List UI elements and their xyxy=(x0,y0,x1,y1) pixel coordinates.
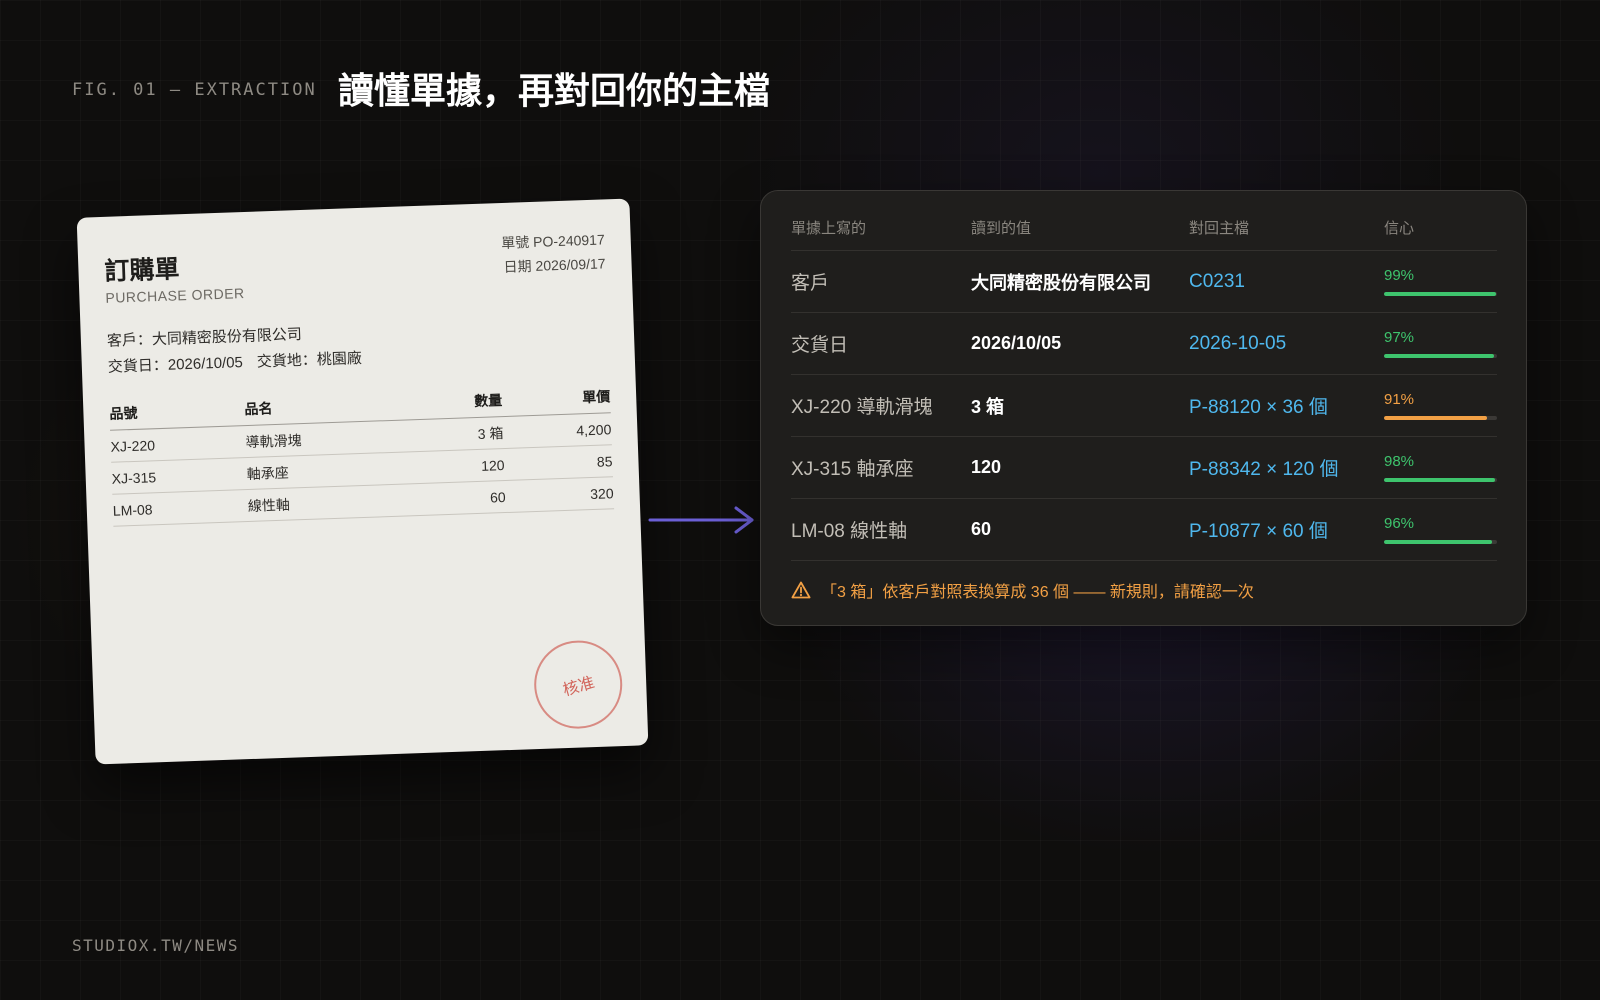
item-name: 線性軸 xyxy=(247,496,291,514)
column-header: 品名 xyxy=(244,399,273,417)
source-field: 交貨日 xyxy=(791,335,849,356)
figure-label: FIG. 01 — EXTRACTION xyxy=(72,80,317,100)
confidence-bar-fill xyxy=(1384,354,1494,358)
source-field: 客戶 xyxy=(791,273,830,294)
confidence-percent: 97% xyxy=(1384,329,1415,346)
source-field: XJ-315 軸承座 xyxy=(791,459,914,480)
item-code: LM-08 xyxy=(112,500,153,519)
confidence-bar xyxy=(1384,292,1497,296)
item-qty: 3 箱 xyxy=(477,424,504,442)
item-price: 85 xyxy=(596,452,613,470)
document-subtitle: PURCHASE ORDER xyxy=(105,285,245,306)
confidence-bar xyxy=(1384,478,1497,482)
item-code: XJ-220 xyxy=(110,436,156,455)
item-qty: 60 xyxy=(489,488,506,506)
master-match-link[interactable]: P-88342 × 120 個 xyxy=(1189,454,1384,481)
confidence-bar-fill xyxy=(1384,292,1496,296)
master-match-link[interactable]: 2026-10-05 xyxy=(1189,333,1384,355)
confidence-bar-fill xyxy=(1384,478,1495,482)
order-items-table: 品號 品名 數量 單價 XJ-220 導軌滑塊 3 箱 4,200 XJ-315… xyxy=(108,379,615,527)
extracted-value: 2026/10/05 xyxy=(971,333,1062,353)
warning-text: 「3 箱」依客戶對照表換算成 36 個 —— 新規則，請確認一次 xyxy=(821,584,1254,601)
approval-stamp-icon: 核准 xyxy=(523,630,633,740)
arrow-right-icon xyxy=(648,506,754,534)
confidence-bar xyxy=(1384,416,1497,420)
extraction-table: 單據上寫的 讀到的值 對回主檔 信心 客戶 大同精密股份有限公司 C0231 9… xyxy=(791,205,1497,561)
table-row: XJ-315 軸承座 120 P-88342 × 120 個 98% xyxy=(791,437,1497,499)
confidence-cell: 91% xyxy=(1384,391,1497,420)
source-field: LM-08 線性軸 xyxy=(791,521,908,542)
column-header: 單價 xyxy=(581,387,611,405)
column-header: 讀到的值 xyxy=(971,220,1032,237)
table-row: 客戶 大同精密股份有限公司 C0231 99% xyxy=(791,251,1497,313)
column-header: 數量 xyxy=(473,391,503,409)
extracted-value: 60 xyxy=(971,519,992,539)
item-name: 導軌滑塊 xyxy=(245,431,302,450)
order-date: 日期 2026/09/17 xyxy=(503,255,606,275)
confidence-percent: 91% xyxy=(1384,391,1415,408)
extracted-value: 大同精密股份有限公司 xyxy=(971,272,1151,293)
table-row: 交貨日 2026/10/05 2026-10-05 97% xyxy=(791,313,1497,375)
item-name: 軸承座 xyxy=(246,464,289,482)
document-meta: 單號 PO-240917 日期 2026/09/17 xyxy=(501,227,606,279)
column-header: 單據上寫的 xyxy=(791,220,867,237)
table-row: XJ-220 導軌滑塊 3 箱 P-88120 × 36 個 91% xyxy=(791,375,1497,437)
page-title: 讀懂單據，再對回你的主檔 xyxy=(338,71,771,112)
warning-message: 「3 箱」依客戶對照表換算成 36 個 —— 新規則，請確認一次 xyxy=(791,578,1254,602)
master-match-link[interactable]: P-88120 × 36 個 xyxy=(1189,392,1384,419)
extracted-value: 120 xyxy=(971,457,1002,477)
confidence-cell: 98% xyxy=(1384,453,1497,482)
confidence-bar xyxy=(1384,540,1497,544)
master-match-link[interactable]: P-10877 × 60 個 xyxy=(1189,516,1384,543)
document-info: 客戶：大同精密股份有限公司 交貨日：2026/10/05 交貨地：桃園廠 xyxy=(107,320,363,381)
item-price: 4,200 xyxy=(576,420,612,439)
table-header-row: 單據上寫的 讀到的值 對回主檔 信心 xyxy=(791,205,1497,251)
purchase-order-document: 訂購單 PURCHASE ORDER 單號 PO-240917 日期 2026/… xyxy=(76,198,649,765)
confidence-bar-fill xyxy=(1384,416,1487,420)
source-field: XJ-220 導軌滑塊 xyxy=(791,397,933,418)
table-row: LM-08 線性軸 60 P-10877 × 60 個 96% xyxy=(791,499,1497,561)
footer-site: STUDIOX.TW/NEWS xyxy=(72,936,239,955)
delivery-date: 交貨日：2026/10/05 xyxy=(107,354,244,376)
confidence-bar xyxy=(1384,354,1497,358)
column-header: 信心 xyxy=(1384,220,1415,237)
master-match-link[interactable]: C0231 xyxy=(1189,271,1384,293)
column-header: 對回主檔 xyxy=(1189,220,1250,237)
confidence-cell: 99% xyxy=(1384,267,1497,296)
item-code: XJ-315 xyxy=(111,468,157,487)
confidence-percent: 96% xyxy=(1384,515,1415,532)
order-number: 單號 PO-240917 xyxy=(500,231,605,252)
item-price: 320 xyxy=(589,484,614,502)
confidence-percent: 99% xyxy=(1384,267,1415,284)
document-title: 訂購單 xyxy=(104,254,180,286)
extraction-panel: 單據上寫的 讀到的值 對回主檔 信心 客戶 大同精密股份有限公司 C0231 9… xyxy=(760,190,1527,626)
confidence-cell: 96% xyxy=(1384,515,1497,544)
confidence-bar-fill xyxy=(1384,540,1493,544)
column-header: 品號 xyxy=(109,404,138,422)
confidence-percent: 98% xyxy=(1384,453,1415,470)
warning-triangle-icon xyxy=(791,581,811,599)
delivery-place: 交貨地：桃園廠 xyxy=(256,349,363,371)
confidence-cell: 97% xyxy=(1384,329,1497,358)
stamp-text: 核准 xyxy=(561,674,597,700)
item-qty: 120 xyxy=(480,456,505,474)
extracted-value: 3 箱 xyxy=(971,396,1005,417)
